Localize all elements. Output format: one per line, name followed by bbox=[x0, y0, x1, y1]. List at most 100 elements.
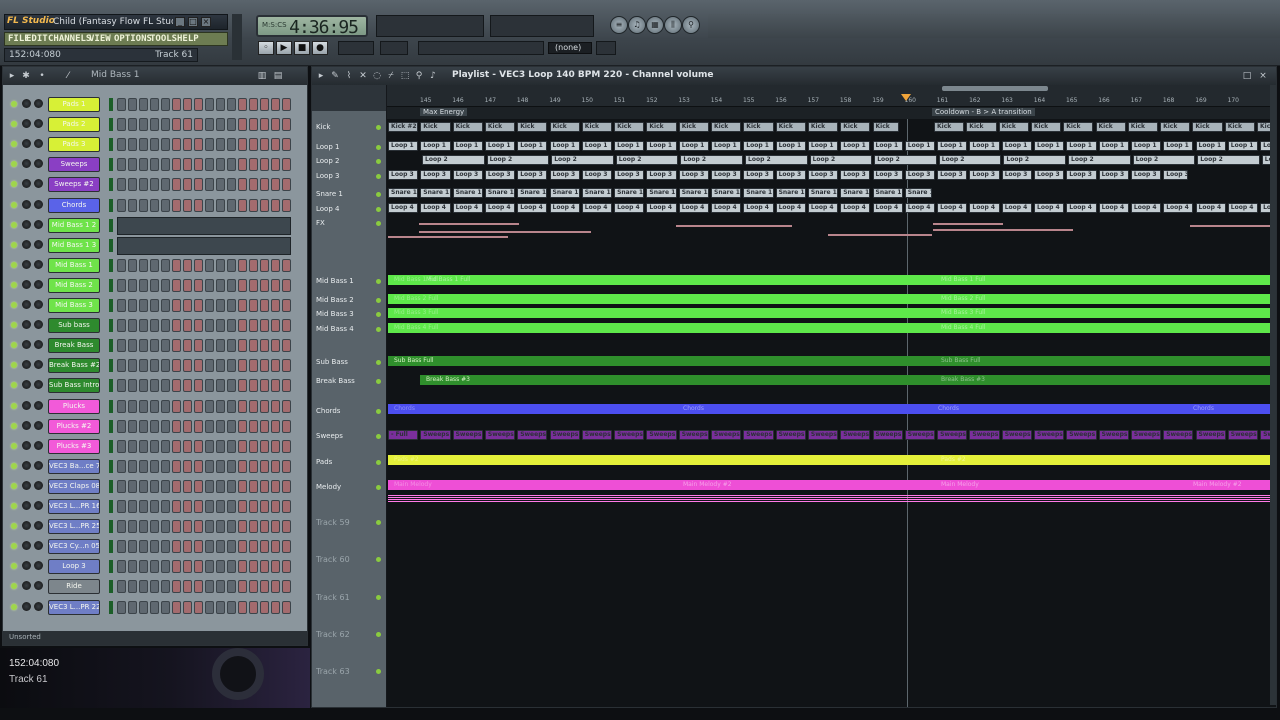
step-button[interactable] bbox=[271, 379, 280, 393]
loop1-clip[interactable]: Loop 1 bbox=[1227, 141, 1259, 151]
step-button[interactable] bbox=[238, 439, 247, 453]
step-button[interactable] bbox=[150, 600, 159, 614]
loop2-clip[interactable]: Loop 2 bbox=[615, 155, 679, 165]
step-button[interactable] bbox=[128, 278, 137, 292]
kick-clip[interactable]: Kick bbox=[420, 122, 451, 132]
step-button[interactable] bbox=[183, 198, 192, 212]
loop1-clip[interactable]: Loop 1 bbox=[1066, 141, 1097, 151]
channel-row[interactable]: Pads 1 bbox=[3, 95, 307, 115]
loop2-clip[interactable]: Loop 2 bbox=[680, 155, 743, 165]
pattern-song-toggle[interactable]: ◦ bbox=[258, 41, 274, 55]
select-tool-icon[interactable]: ⬚ bbox=[400, 71, 410, 81]
step-button[interactable] bbox=[249, 118, 258, 132]
loop1-clip[interactable]: Loop 1 bbox=[1034, 141, 1065, 151]
snare-clip[interactable]: Snare 1 bbox=[678, 188, 709, 198]
step-button[interactable] bbox=[117, 138, 126, 152]
step-button[interactable] bbox=[216, 459, 225, 473]
step-button[interactable] bbox=[249, 500, 258, 513]
track-name[interactable]: Mid Bass 1 bbox=[316, 277, 354, 285]
step-button[interactable] bbox=[150, 479, 159, 493]
step-button[interactable] bbox=[227, 479, 236, 493]
pan-knob[interactable] bbox=[22, 139, 31, 149]
channel-enable-led[interactable] bbox=[11, 462, 17, 469]
playhead-marker-icon[interactable] bbox=[901, 94, 911, 101]
step-button[interactable] bbox=[249, 319, 258, 333]
step-button[interactable] bbox=[128, 198, 137, 212]
step-button[interactable] bbox=[117, 158, 126, 172]
step-button[interactable] bbox=[139, 379, 148, 393]
step-button[interactable] bbox=[205, 339, 214, 353]
step-button[interactable] bbox=[172, 98, 181, 111]
step-button[interactable] bbox=[271, 319, 280, 333]
step-button[interactable] bbox=[128, 178, 137, 192]
loop3-clip[interactable]: Loop 3 bbox=[969, 170, 1000, 180]
channel-name-button[interactable]: Sub Bass Intro bbox=[48, 378, 100, 394]
kick-clip[interactable]: Kick bbox=[614, 122, 645, 132]
step-button[interactable] bbox=[249, 419, 258, 433]
channel-name-button[interactable]: Break Bass bbox=[48, 338, 100, 354]
channel-enable-led[interactable] bbox=[11, 422, 17, 429]
step-button[interactable] bbox=[282, 439, 291, 453]
step-button[interactable] bbox=[183, 439, 192, 453]
step-button[interactable] bbox=[172, 580, 181, 594]
step-button[interactable] bbox=[161, 138, 170, 152]
loop4-clip[interactable]: Loop 4 bbox=[1098, 203, 1129, 213]
channel-select-indicator[interactable] bbox=[109, 419, 113, 433]
channel-select-indicator[interactable] bbox=[109, 520, 113, 534]
step-button[interactable] bbox=[194, 560, 203, 574]
step-button[interactable] bbox=[249, 459, 258, 473]
step-button[interactable] bbox=[128, 540, 137, 554]
step-button[interactable] bbox=[139, 399, 148, 413]
track-name[interactable]: Track 61 bbox=[316, 593, 350, 602]
playlist-close-icon[interactable]: × bbox=[1258, 71, 1268, 81]
loop4-clip[interactable]: Loop 4 bbox=[1034, 203, 1065, 213]
step-button[interactable] bbox=[216, 600, 225, 614]
track-mute-led[interactable] bbox=[376, 434, 381, 439]
channel-select-indicator[interactable] bbox=[109, 299, 113, 312]
step-button[interactable] bbox=[227, 399, 236, 413]
kick-clip[interactable]: Kick bbox=[646, 122, 677, 132]
loop3-clip[interactable]: Loop 3 bbox=[517, 170, 548, 180]
step-button[interactable] bbox=[194, 118, 203, 132]
clip-segment-label[interactable]: Main Melody #2 bbox=[677, 480, 757, 490]
step-button[interactable] bbox=[271, 520, 280, 534]
channel-enable-led[interactable] bbox=[11, 302, 17, 308]
step-button[interactable] bbox=[128, 379, 137, 393]
loop3-clip[interactable]: Loop 3 bbox=[388, 170, 419, 180]
clip-segment-label[interactable]: Mid Bass 3 Full bbox=[935, 308, 1015, 318]
step-button[interactable] bbox=[227, 500, 236, 513]
channel-name-button[interactable]: Mid Bass 3 bbox=[48, 298, 100, 313]
step-button[interactable] bbox=[205, 118, 214, 132]
step-button[interactable] bbox=[183, 359, 192, 373]
channel-name-button[interactable]: Plucks #3 bbox=[48, 438, 100, 454]
channel-name-button[interactable]: VEC3 L...PR 252 bbox=[48, 519, 100, 535]
step-button[interactable] bbox=[194, 278, 203, 292]
step-button[interactable] bbox=[260, 158, 269, 172]
step-button[interactable] bbox=[139, 278, 148, 292]
loop3-clip[interactable]: Loop 3 bbox=[452, 170, 483, 180]
step-button[interactable] bbox=[150, 419, 159, 433]
step-button[interactable] bbox=[271, 158, 280, 172]
zoom-tool-icon[interactable]: ⚲ bbox=[414, 71, 424, 81]
timeline-ruler[interactable]: 145 146 147 148 149 150 151 152 153 154 155 156 157 1… bbox=[387, 85, 1276, 107]
channel-enable-led[interactable] bbox=[11, 503, 17, 509]
menu-channels[interactable]: CHANNELS bbox=[48, 34, 91, 44]
step-button[interactable] bbox=[194, 600, 203, 614]
step-button[interactable] bbox=[117, 459, 126, 473]
step-button[interactable] bbox=[128, 258, 137, 272]
track-name[interactable]: Sub Bass bbox=[316, 358, 348, 366]
step-button[interactable] bbox=[271, 600, 280, 614]
automation-clip[interactable] bbox=[933, 229, 1073, 231]
step-button[interactable] bbox=[117, 500, 126, 513]
step-button[interactable] bbox=[139, 560, 148, 574]
kick-clip[interactable]: Kick bbox=[1095, 122, 1126, 132]
channel-name-button[interactable]: Chords bbox=[48, 197, 100, 213]
kick-clip[interactable]: Kick bbox=[452, 122, 483, 132]
pan-knob[interactable] bbox=[22, 521, 31, 531]
step-button[interactable] bbox=[227, 600, 236, 614]
volume-knob[interactable] bbox=[34, 501, 43, 510]
loop2-clip[interactable]: Loop 2 bbox=[1197, 155, 1260, 165]
step-button[interactable] bbox=[271, 540, 280, 554]
loop4-clip[interactable]: Loop 4 bbox=[484, 203, 516, 213]
channel-row[interactable]: Sub bass bbox=[3, 316, 307, 336]
